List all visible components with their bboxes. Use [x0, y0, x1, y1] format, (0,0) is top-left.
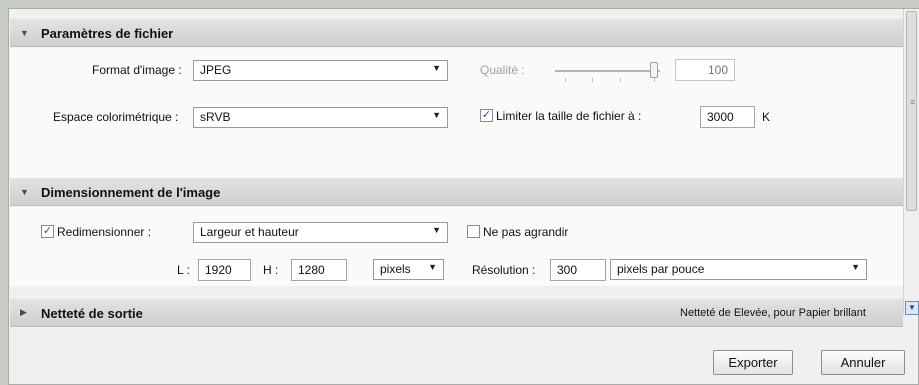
section-title-sharpening: Netteté de sortie [41, 306, 143, 321]
slider-tick [654, 78, 655, 82]
limit-size-field[interactable]: 3000 [700, 106, 755, 128]
chevron-down-icon: ▼ [432, 63, 441, 73]
checkmark-icon: ✓ [42, 225, 53, 237]
section-header-image-sizing[interactable]: ▼ Dimensionnement de l'image [10, 178, 903, 206]
slider-tick [620, 78, 621, 82]
colorspace-value: sRVB [200, 110, 231, 124]
format-label: Format d'image : [92, 63, 182, 77]
resolution-field[interactable]: 300 [550, 259, 606, 281]
section-header-file-settings[interactable]: ▼ Paramètres de fichier [10, 19, 903, 47]
limit-size-label: Limiter la taille de fichier à : [496, 109, 642, 123]
grip-icon: ≡ [910, 97, 916, 107]
height-label: H : [263, 263, 279, 277]
vertical-scrollbar[interactable]: ≡ ▼ [903, 9, 919, 315]
sharpening-summary: Netteté de Elevée, pour Papier brillant [680, 307, 866, 319]
resize-mode-select[interactable]: Largeur et hauteur ▼ [193, 222, 448, 243]
width-field[interactable]: 1920 [198, 259, 251, 281]
width-label: L : [177, 263, 190, 277]
limit-size-checkbox[interactable]: ✓ [480, 109, 493, 122]
quality-label: Qualité : [480, 63, 525, 77]
limit-size-unit: K [762, 110, 771, 124]
slider-tick [565, 78, 566, 82]
format-select[interactable]: JPEG ▼ [193, 60, 448, 81]
triangle-right-icon: ▶ [20, 307, 27, 317]
scrollbar-thumb[interactable]: ≡ [906, 11, 917, 211]
checkmark-icon: ✓ [481, 109, 492, 121]
section-body-file-settings: Format d'image : JPEG ▼ Qualité : 100 Es… [10, 48, 903, 178]
resize-mode-value: Largeur et hauteur [200, 225, 299, 239]
slider-tick [592, 78, 593, 82]
format-value: JPEG [200, 63, 232, 77]
quality-slider-track[interactable] [555, 70, 660, 72]
section-header-sharpening[interactable]: ▶ Netteté de sortie Netteté de Elevée, p… [10, 299, 903, 327]
resolution-label: Résolution : [472, 263, 536, 277]
section-body-image-sizing: ✓ Redimensionner : Largeur et hauteur ▼ … [10, 207, 903, 286]
resize-checkbox[interactable]: ✓ [41, 225, 54, 238]
chevron-down-icon: ▼ [432, 225, 441, 235]
no-enlarge-label: Ne pas agrandir [483, 225, 569, 239]
export-button[interactable]: Exporter [713, 350, 793, 375]
resolution-unit-value: pixels par pouce [617, 262, 705, 276]
scroll-down-icon[interactable]: ▼ [905, 301, 919, 315]
chevron-down-icon: ▼ [428, 262, 437, 272]
chevron-down-icon: ▼ [432, 110, 441, 120]
cancel-button[interactable]: Annuler [821, 350, 905, 375]
triangle-down-icon: ▼ [20, 187, 29, 197]
unit-value: pixels [380, 262, 411, 276]
no-enlarge-checkbox[interactable] [467, 225, 480, 238]
quality-field[interactable]: 100 [675, 59, 735, 81]
section-title-image-sizing: Dimensionnement de l'image [41, 185, 221, 200]
unit-select[interactable]: pixels ▼ [373, 259, 444, 280]
section-title-file-settings: Paramètres de fichier [41, 26, 174, 41]
resize-label: Redimensionner : [57, 225, 152, 239]
colorspace-label: Espace colorimétrique : [53, 110, 179, 124]
colorspace-select[interactable]: sRVB ▼ [193, 107, 448, 128]
quality-slider-thumb[interactable] [650, 62, 658, 78]
chevron-down-icon: ▼ [851, 262, 860, 272]
resolution-unit-select[interactable]: pixels par pouce ▼ [610, 259, 867, 280]
height-field[interactable]: 1280 [291, 259, 347, 281]
export-dialog: ▼ Paramètres de fichier Format d'image :… [8, 8, 919, 385]
triangle-down-icon: ▼ [20, 28, 29, 38]
